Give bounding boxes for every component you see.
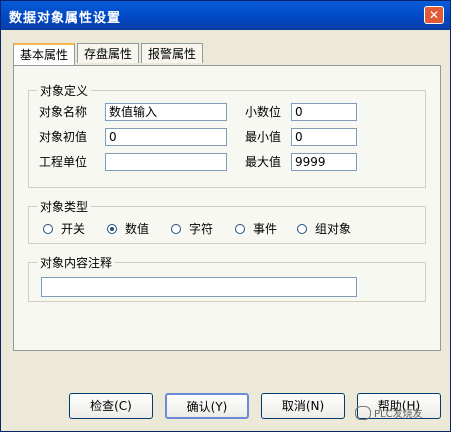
unit-label: 工程单位 [39,155,88,169]
title-bar[interactable]: 数据对象属性设置 ✕ [1,1,450,30]
dialog-window: 数据对象属性设置 ✕ 基本属性 存盘属性 报警属性 对象定义 对象名称 数值输入… [0,0,451,432]
decimal-label: 小数位 [245,105,282,119]
definition-group: 对象定义 对象名称 数值输入 对象初值 0 工程单位 小数位 0 最小值 0 最… [28,84,426,188]
comment-group: 对象内容注释 [28,256,426,302]
radio-label: 字符 [189,222,214,236]
name-field[interactable]: 数值输入 [105,103,227,121]
radio-icon [297,224,307,234]
tab-alarm-properties[interactable]: 报警属性 [141,43,204,63]
type-radio-event[interactable]: 事件 [235,221,277,237]
type-group: 对象类型 开关 数值 字符 事件 组对象 [28,200,426,244]
close-icon: ✕ [428,8,440,22]
decimal-field[interactable]: 0 [291,103,357,121]
type-radio-switch[interactable]: 开关 [43,221,85,237]
tab-panel: 对象定义 对象名称 数值输入 对象初值 0 工程单位 小数位 0 最小值 0 最… [13,65,441,351]
name-label: 对象名称 [39,105,88,119]
max-value-field[interactable]: 9999 [291,153,357,171]
watermark-text: PLC发烧友 [374,409,423,420]
radio-selected-icon [107,224,117,234]
max-label: 最大值 [245,155,282,169]
confirm-button[interactable]: 确认(Y) [165,393,249,419]
radio-label: 数值 [125,222,150,236]
cancel-button[interactable]: 取消(N) [261,393,345,419]
check-button[interactable]: 检查(C) [69,393,153,419]
min-value-field[interactable]: 0 [291,128,357,146]
radio-icon [171,224,181,234]
init-label: 对象初值 [39,130,88,144]
radio-label: 组对象 [315,222,352,236]
radio-label: 开关 [61,222,86,236]
close-button[interactable]: ✕ [424,6,444,24]
init-value-field[interactable]: 0 [105,128,227,146]
radio-icon [43,224,53,234]
wechat-icon [355,405,371,420]
window-title: 数据对象属性设置 [9,11,122,26]
definition-legend: 对象定义 [37,84,92,98]
type-legend: 对象类型 [37,200,92,214]
type-radio-numeric[interactable]: 数值 [107,221,149,237]
tab-bar: 基本属性 存盘属性 报警属性 [13,43,205,65]
tab-storage-properties[interactable]: 存盘属性 [77,43,140,63]
unit-field[interactable] [105,153,227,171]
radio-icon [235,224,245,234]
comment-legend: 对象内容注释 [37,256,116,270]
min-label: 最小值 [245,130,282,144]
tab-basic-properties[interactable]: 基本属性 [13,43,76,65]
comment-field[interactable] [41,277,357,297]
type-radio-group[interactable]: 组对象 [297,221,351,237]
radio-label: 事件 [253,222,278,236]
watermark: PLC发烧友 [355,405,423,420]
type-radio-string[interactable]: 字符 [171,221,213,237]
